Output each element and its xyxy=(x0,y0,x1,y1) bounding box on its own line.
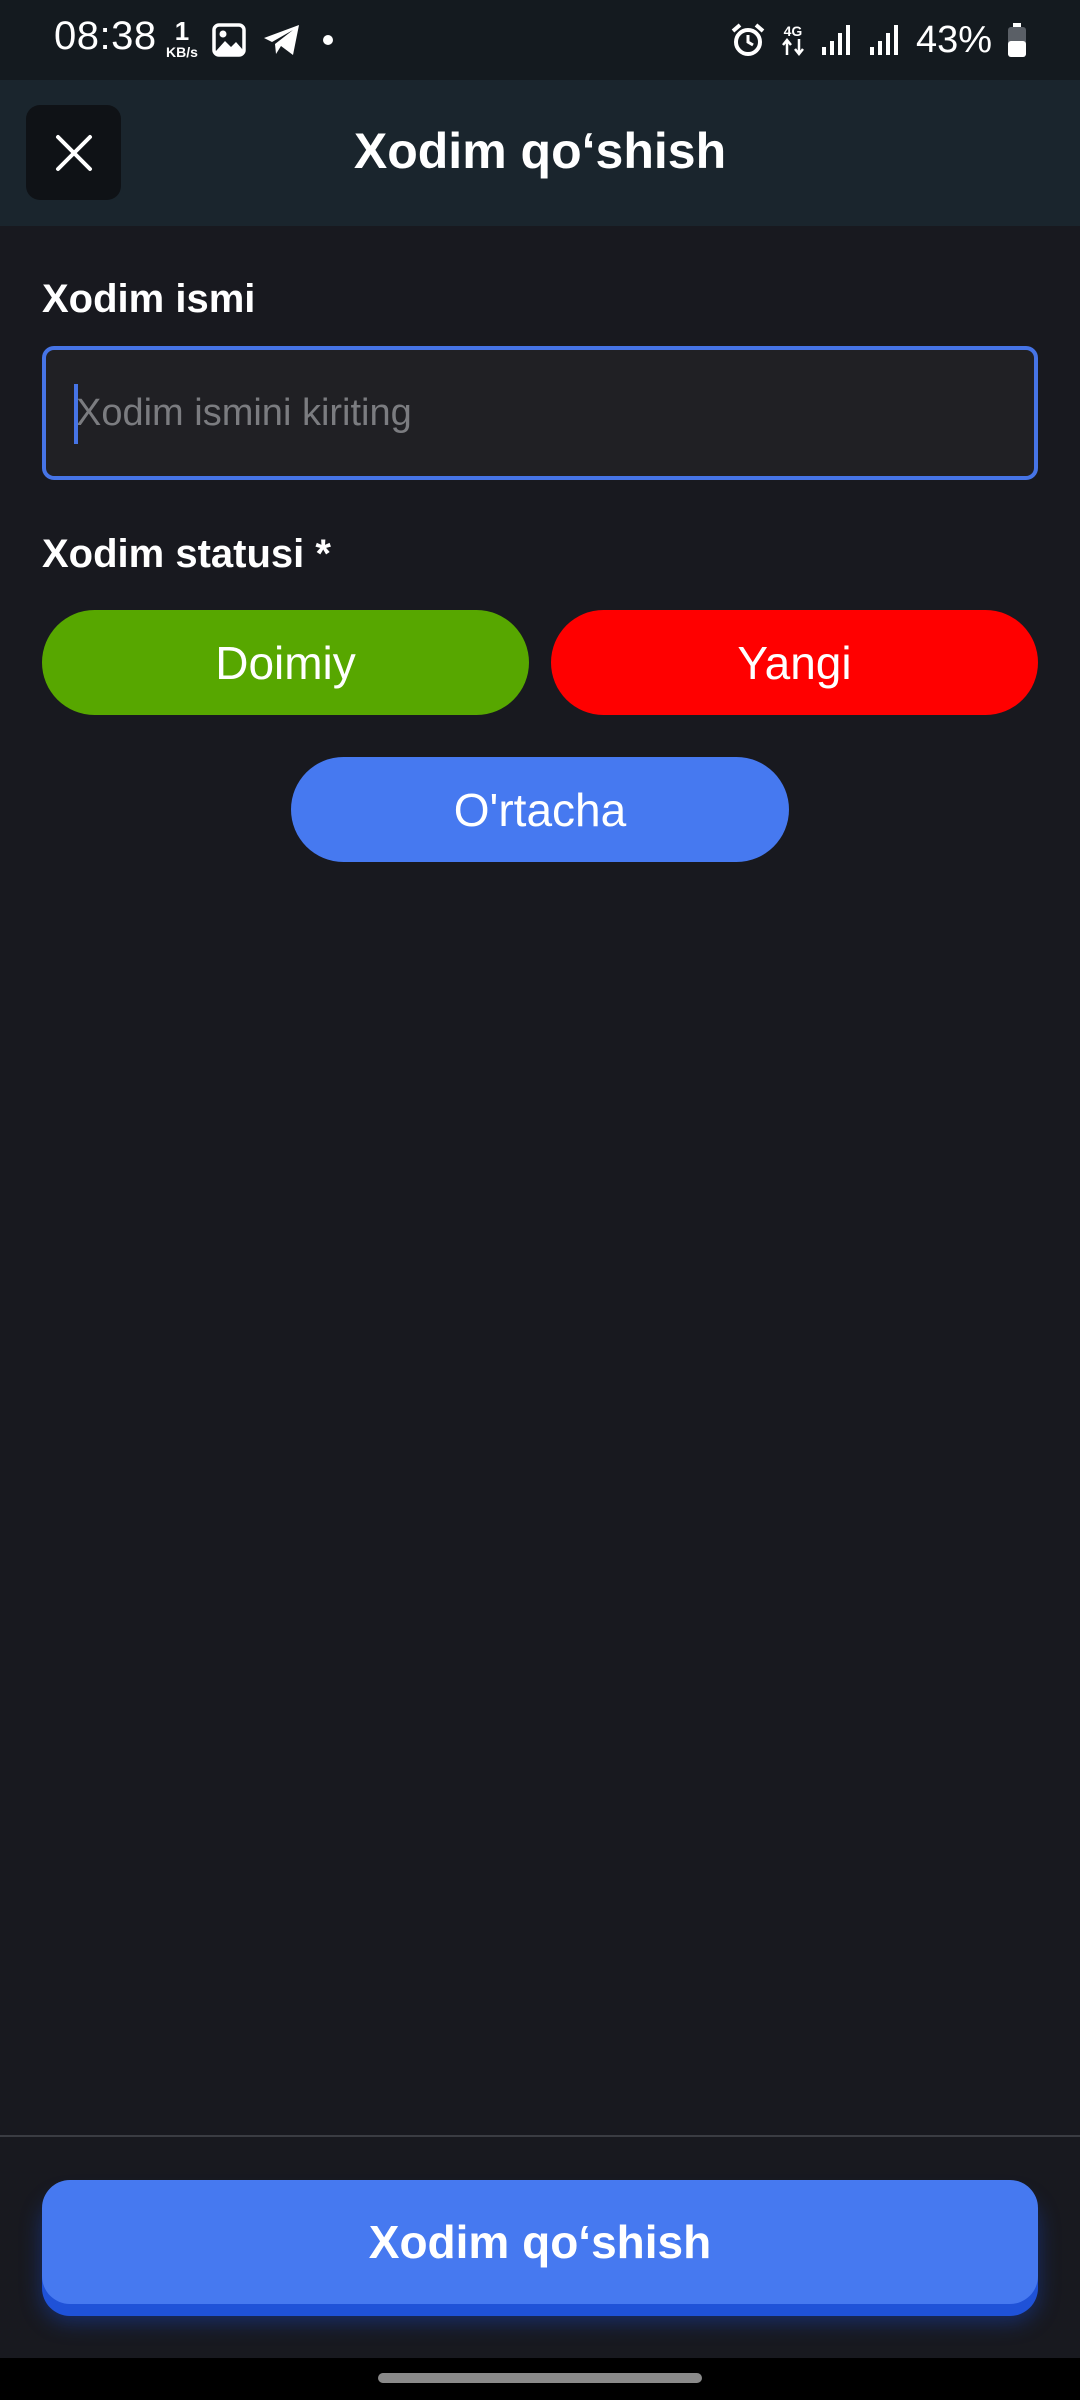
dot-icon xyxy=(323,35,333,45)
navigation-bar xyxy=(0,2358,1080,2400)
signal-icon xyxy=(869,25,898,55)
add-employee-button[interactable]: Xodim qo‘shish xyxy=(42,2180,1038,2304)
image-icon xyxy=(212,23,246,57)
app-header: Xodim qo‘shish xyxy=(0,80,1080,226)
page-title: Xodim qo‘shish xyxy=(353,123,727,179)
signal-icon xyxy=(821,25,850,55)
data-arrows-icon: 4G xyxy=(780,24,806,56)
text-cursor xyxy=(74,384,78,444)
telegram-icon xyxy=(264,25,299,55)
status-ortacha-button[interactable]: O'rtacha xyxy=(291,757,789,862)
battery-icon xyxy=(1008,23,1026,57)
network-type: 4G xyxy=(783,23,803,39)
battery-percentage: 43% xyxy=(915,18,992,61)
app-screen: 08:38 1 KB/s 4G 43% Xodim qo‘shish Xodim… xyxy=(0,0,1080,2400)
name-label: Xodim ismi xyxy=(42,277,256,321)
status-label: Xodim statusi * xyxy=(42,532,331,576)
status-notification-icons xyxy=(212,20,338,60)
status-doimiy-button[interactable]: Doimiy xyxy=(42,610,529,715)
status-yangi-button[interactable]: Yangi xyxy=(551,610,1038,715)
network-speed-unit: KB/s xyxy=(166,44,198,60)
status-bar: 08:38 1 KB/s 4G 43% xyxy=(0,0,1080,80)
status-time: 08:38 xyxy=(54,14,157,58)
name-input[interactable] xyxy=(42,346,1038,480)
footer-divider xyxy=(0,2135,1080,2137)
alarm-icon xyxy=(731,23,765,56)
home-indicator[interactable] xyxy=(378,2373,702,2383)
network-speed-value: 1 xyxy=(174,16,190,46)
status-system-icons: 4G 43% xyxy=(730,16,1028,64)
network-speed: 1 KB/s xyxy=(160,18,204,59)
